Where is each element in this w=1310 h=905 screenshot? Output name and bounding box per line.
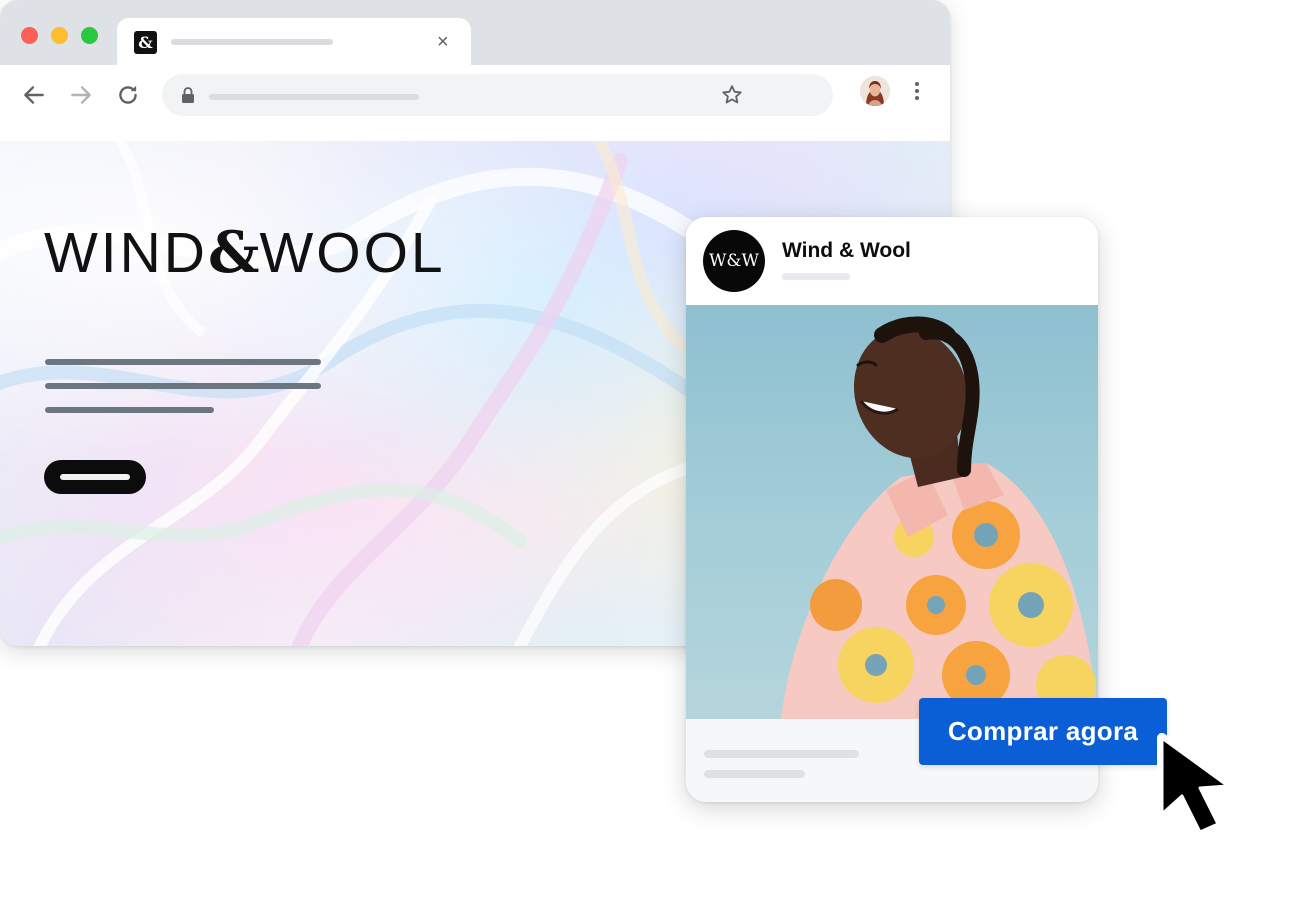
maximize-window-button[interactable] [81, 27, 98, 44]
browser-toolbar [0, 65, 950, 141]
browser-tab[interactable]: & × [117, 18, 471, 65]
address-bar[interactable] [162, 74, 833, 116]
star-icon[interactable] [720, 83, 744, 107]
button-label-placeholder [60, 474, 130, 480]
arrow-forward-icon[interactable] [68, 82, 94, 108]
minimize-window-button[interactable] [51, 27, 68, 44]
brand-logo-word-right: WOOL [259, 221, 446, 285]
brand-logo: WIND&WOOL [44, 221, 446, 285]
profile-photo [860, 76, 890, 106]
brand-logo-word-left: WIND [44, 221, 208, 285]
text-placeholder-line [45, 383, 321, 389]
sponsored-placeholder [782, 273, 850, 280]
arrow-back-icon[interactable] [21, 82, 47, 108]
ad-header: W&W Wind & Wool [686, 217, 1098, 305]
close-window-button[interactable] [21, 27, 38, 44]
tab-strip: & × [0, 0, 950, 65]
lock-icon [182, 87, 194, 103]
profile-avatar[interactable] [860, 76, 890, 106]
model-photo [781, 316, 1098, 719]
text-placeholder-line [45, 407, 214, 413]
more-vert-icon[interactable] [905, 79, 929, 103]
ad-image[interactable] [686, 305, 1098, 719]
description-placeholder [704, 750, 859, 758]
landing-cta-button[interactable] [44, 460, 146, 494]
shop-now-button[interactable]: Comprar agora [919, 698, 1167, 765]
tab-title-placeholder [171, 39, 333, 45]
reload-icon[interactable] [115, 82, 141, 108]
tab-close-icon[interactable]: × [437, 30, 449, 54]
advertiser-name: Wind & Wool [782, 239, 911, 262]
mouse-pointer-icon [1157, 733, 1233, 837]
advertiser-avatar: W&W [703, 230, 765, 292]
stage: & × WIND&WOOL W&W Wind & Wool Comprar ag… [0, 0, 1310, 905]
url-placeholder [209, 94, 419, 100]
brand-logo-ampersand: & [207, 219, 260, 286]
favicon-icon: & [134, 31, 157, 54]
description-placeholder [704, 770, 805, 778]
text-placeholder-line [45, 359, 321, 365]
